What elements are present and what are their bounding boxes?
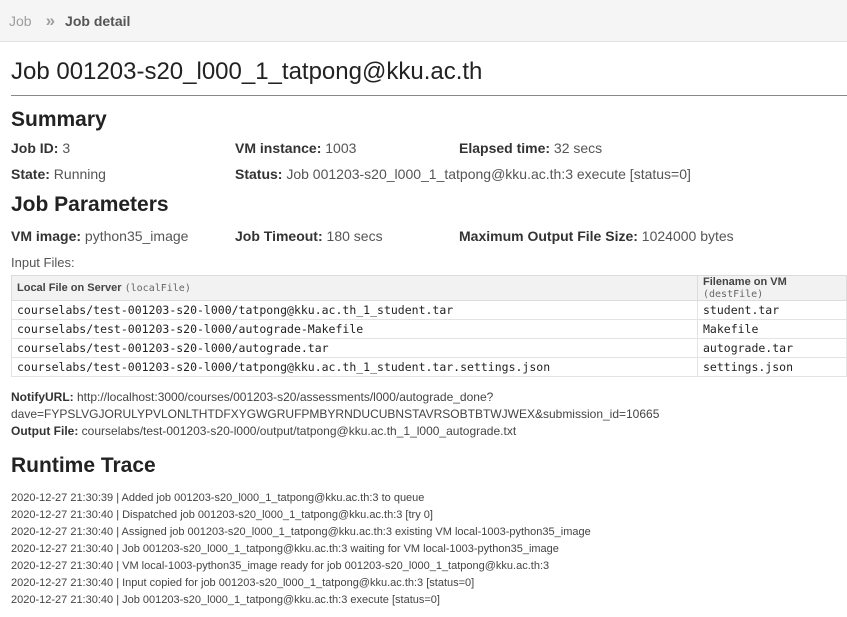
elapsed-value: 32 secs [553,140,603,156]
trace-line: 2020-12-27 21:30:40 | Assigned job 00120… [11,526,591,538]
trace-line: 2020-12-27 21:30:40 | VM local-1003-pyth… [11,560,550,572]
max-output-label: Maximum Output File Size: [459,228,638,244]
status-field: Status: Job 001203-s20_l000_1_tatpong@kk… [235,166,691,183]
notify-url-line-1: NotifyURL: http://localhost:3000/courses… [11,389,831,406]
breadcrumb: Job » Job detail [0,0,847,42]
notify-info: NotifyURL: http://localhost:3000/courses… [11,389,831,440]
output-file-line: Output File: courselabs/test-001203-s20-… [11,423,831,440]
status-value: Job 001203-s20_l000_1_tatpong@kku.ac.th:… [286,166,691,182]
trace-line: 2020-12-27 21:30:40 | Job 001203-s20_l00… [11,594,440,606]
notify-url-label: NotifyURL: [11,390,74,404]
runtime-trace-heading: Runtime Trace [11,454,156,477]
timeout-value: 180 secs [326,228,383,244]
dest-file-header-label: Filename on VM [703,276,787,288]
local-file-header-label: Local File on Server [17,282,122,294]
dest-file-column-header: Filename on VM (destFile) [697,275,847,301]
summary-row-1: Job ID: 3 VM instance: 1003 Elapsed time… [11,140,847,157]
job-parameters-heading: Job Parameters [11,193,169,216]
local-file-cell: courselabs/test-001203-s20-l000/tatpong@… [11,357,698,377]
page-title: Job 001203-s20_l000_1_tatpong@kku.ac.th [11,42,847,96]
timeout-label: Job Timeout: [235,228,323,244]
elapsed-field: Elapsed time: 32 secs [459,140,602,157]
params-row: VM image: python35_image Job Timeout: 18… [11,228,847,245]
job-id-label: Job ID: [11,140,59,156]
input-files-label: Input Files: [11,255,75,270]
notify-url-value-1: http://localhost:3000/courses/001203-s20… [77,390,494,404]
local-file-cell: courselabs/test-001203-s20-l000/tatpong@… [11,300,698,320]
table-row: courselabs/test-001203-s20-l000/autograd… [11,319,847,339]
local-file-cell: courselabs/test-001203-s20-l000/autograd… [11,319,698,339]
local-file-cell: courselabs/test-001203-s20-l000/autograd… [11,338,698,358]
breadcrumb-job-link[interactable]: Job [9,13,32,29]
vm-image-field: VM image: python35_image [11,228,235,245]
vm-instance-field: VM instance: 1003 [235,140,459,157]
max-output-value: 1024000 bytes [641,228,734,244]
local-file-column-header: Local File on Server (localFile) [11,275,698,301]
local-file-header-code: (localFile) [124,283,191,294]
trace-line: 2020-12-27 21:30:40 | Input copied for j… [11,577,475,589]
vm-instance-value: 1003 [325,140,357,156]
output-file-label: Output File: [11,424,79,438]
runtime-trace-log: 2020-12-27 21:30:39 | Added job 001203-s… [11,490,847,609]
output-file-value: courselabs/test-001203-s20-l000/output/t… [81,424,517,438]
state-label: State: [11,166,50,182]
trace-line: 2020-12-27 21:30:40 | Dispatched job 001… [11,509,433,521]
status-label: Status: [235,166,283,182]
main-content: Job 001203-s20_l000_1_tatpong@kku.ac.th … [0,42,847,609]
input-files-table: Local File on Server (localFile) Filenam… [11,275,847,377]
max-output-field: Maximum Output File Size: 1024000 bytes [459,228,734,245]
summary-row-2: State: Running Status: Job 001203-s20_l0… [11,166,847,183]
job-id-value: 3 [62,140,71,156]
table-header-row: Local File on Server (localFile) Filenam… [11,275,847,301]
dest-file-cell: autograde.tar [697,338,847,358]
vm-instance-label: VM instance: [235,140,322,156]
vm-image-value: python35_image [84,228,189,244]
breadcrumb-separator-icon: » [45,10,56,30]
job-id-field: Job ID: 3 [11,140,235,157]
vm-image-label: VM image: [11,228,82,244]
table-row: courselabs/test-001203-s20-l000/tatpong@… [11,357,847,377]
dest-file-cell: Makefile [697,319,847,339]
trace-line: 2020-12-27 21:30:40 | Job 001203-s20_l00… [11,543,559,555]
dest-file-header-code: (destFile) [703,289,764,300]
state-value: Running [53,166,106,182]
table-row: courselabs/test-001203-s20-l000/tatpong@… [11,300,847,320]
breadcrumb-current: Job detail [65,12,131,29]
elapsed-label: Elapsed time: [459,140,551,156]
timeout-field: Job Timeout: 180 secs [235,228,459,245]
notify-url-value-2: dave=FYPSLVGJORULYPVLONLTHTDFXYGWGRUFPMB… [11,407,660,421]
table-row: courselabs/test-001203-s20-l000/autograd… [11,338,847,358]
state-field: State: Running [11,166,235,183]
dest-file-cell: student.tar [697,300,847,320]
dest-file-cell: settings.json [697,357,847,377]
trace-line: 2020-12-27 21:30:39 | Added job 001203-s… [11,492,425,504]
summary-heading: Summary [11,108,107,131]
